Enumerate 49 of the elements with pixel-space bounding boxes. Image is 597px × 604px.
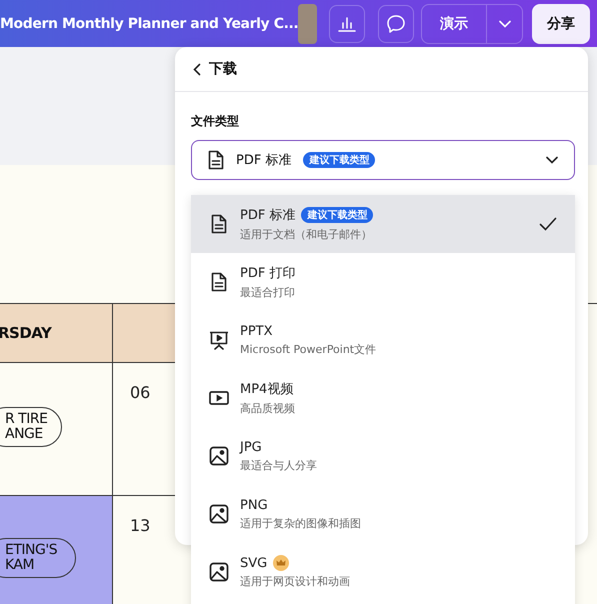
insights-button[interactable] — [329, 4, 365, 42]
format-option[interactable]: PDF 打印 最适合打印 — [191, 253, 575, 311]
document-icon — [208, 150, 224, 170]
date-number: 13 — [129, 515, 152, 535]
date-number: 06 — [129, 382, 152, 402]
checkmark-icon — [539, 217, 557, 231]
chevron-down-icon — [546, 156, 558, 164]
format-description: 高品质视频 — [240, 401, 295, 416]
format-name: PPTX — [240, 324, 273, 338]
presentation-icon — [209, 330, 229, 350]
back-button[interactable] — [193, 62, 201, 76]
file-type-select[interactable]: PDF 标准 建议下载类型 — [191, 140, 575, 180]
comment-button[interactable] — [378, 4, 414, 42]
format-option[interactable]: PPTX Microsoft PowerPoint文件 — [191, 311, 575, 369]
format-description: 最适合与人分享 — [240, 458, 317, 472]
format-name: PDF 标准 — [240, 207, 296, 224]
image-icon — [209, 562, 229, 582]
format-name: MP4视频 — [240, 381, 294, 398]
image-icon — [209, 504, 229, 524]
bar-chart-icon — [338, 16, 356, 32]
format-name: JPG — [240, 440, 262, 454]
share-button[interactable]: 分享 — [532, 4, 590, 44]
event-tag: R TIRE ANGE — [0, 407, 62, 447]
recommended-badge: 建议下载类型 — [303, 152, 376, 168]
file-type-label: 文件类型 — [191, 113, 240, 130]
format-description: Microsoft PowerPoint文件 — [240, 342, 376, 356]
format-option[interactable]: SVG 适用于网页设计和动画 — [191, 543, 575, 601]
format-name: PDF 打印 — [240, 265, 296, 282]
format-description: 最适合打印 — [240, 285, 296, 300]
format-option[interactable]: MP4视频 高品质视频 — [191, 369, 575, 427]
format-option[interactable]: JPG 最适合与人分享 — [191, 427, 575, 485]
design-title[interactable]: Modern Monthly Planner and Yearly C... — [0, 16, 298, 32]
format-description: 适用于复杂的图像和插图 — [240, 516, 361, 530]
recommended-badge: 建议下载类型 — [301, 207, 374, 223]
document-icon — [211, 272, 227, 292]
image-icon — [209, 446, 229, 466]
format-description: 适用于网页设计和动画 — [240, 574, 350, 589]
event-tag: ETING'S KAM — [0, 538, 76, 578]
speech-bubble-icon — [386, 14, 406, 34]
format-name: PNG — [240, 498, 268, 512]
chevron-left-icon — [193, 62, 201, 76]
format-option[interactable]: PNG 适用于复杂的图像和插图 — [191, 485, 575, 543]
video-icon — [209, 390, 229, 406]
chevron-down-icon — [498, 20, 510, 28]
format-name: SVG — [240, 556, 268, 570]
panel-title: 下载 — [209, 60, 237, 78]
format-option[interactable]: PDF 标准 建议下载类型 适用于文档（和电子邮件） — [191, 195, 575, 253]
document-icon — [211, 214, 227, 234]
format-description: 适用于文档（和电子邮件） — [240, 227, 373, 242]
